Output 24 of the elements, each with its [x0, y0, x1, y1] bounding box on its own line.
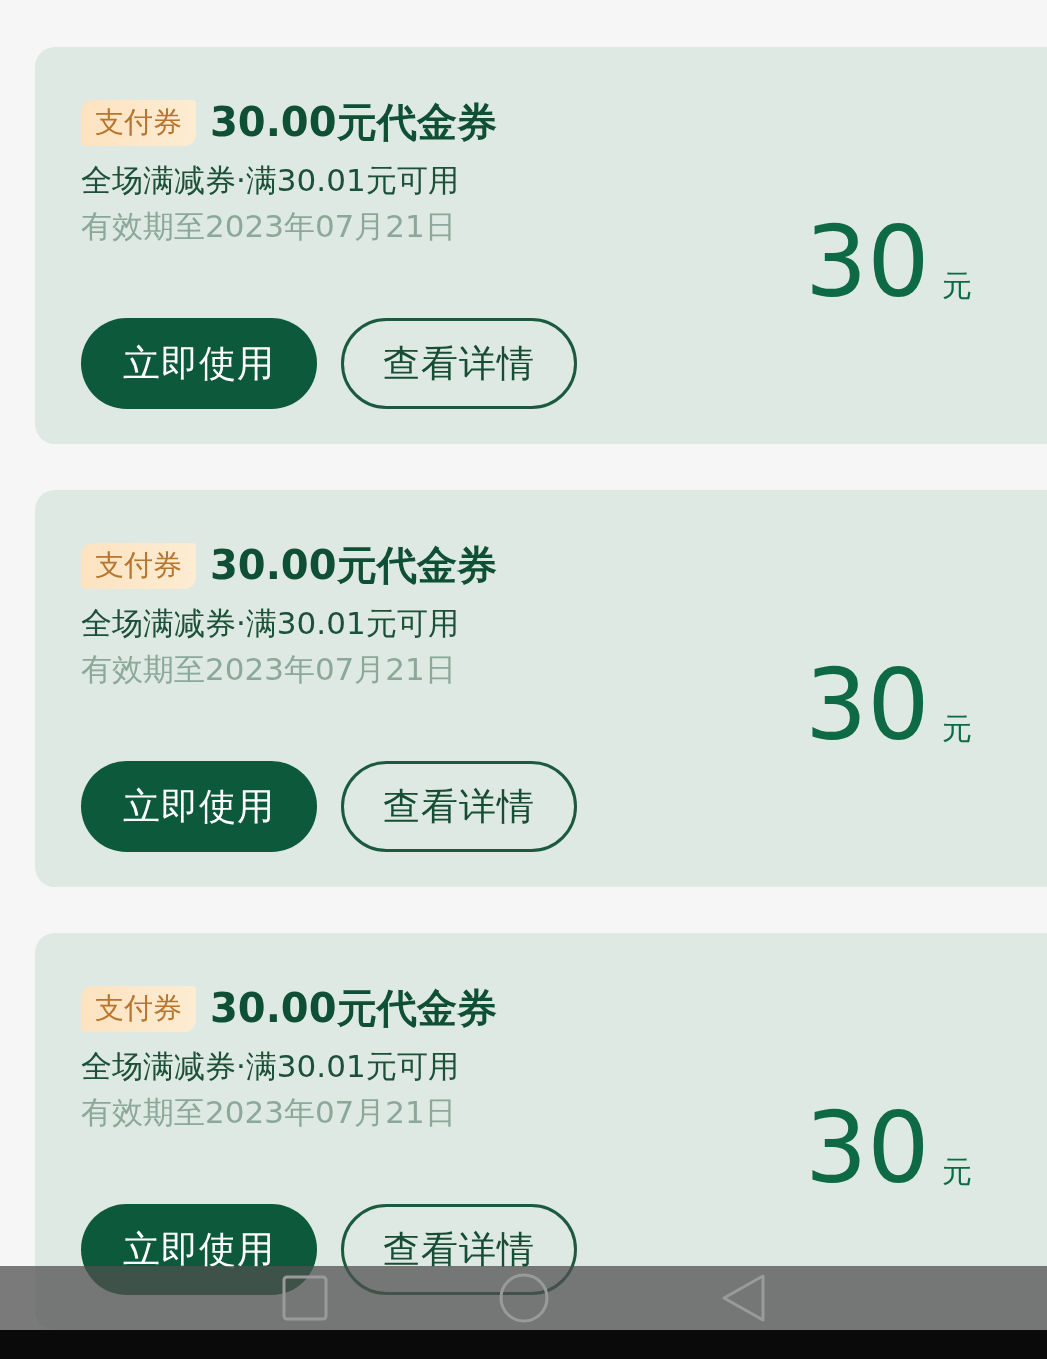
home-circle-icon[interactable]: [497, 1272, 550, 1324]
coupon-amount: 30: [805, 1099, 930, 1197]
expiry-date: 有效期至2023年07月21日: [81, 650, 457, 689]
coupon-amount: 30: [805, 656, 930, 754]
amount-unit: 元: [941, 710, 972, 748]
expiry-date: 有效期至2023年07月21日: [81, 1093, 457, 1132]
coupon-tag: 支付券: [81, 985, 196, 1032]
coupon-title: 30.00元代金券: [210, 98, 497, 147]
coupon-tag: 支付券: [81, 542, 196, 589]
use-now-button[interactable]: 立即使用: [81, 318, 317, 409]
amount-unit: 元: [941, 267, 972, 305]
coupon-condition: 全场满减券·满30.01元可用: [81, 1047, 460, 1086]
expiry-date: 有效期至2023年07月21日: [81, 207, 457, 246]
coupon-tag: 支付券: [81, 99, 196, 146]
coupon-condition: 全场满减券·满30.01元可用: [81, 161, 460, 200]
coupon-condition: 全场满减券·满30.01元可用: [81, 604, 460, 643]
coupon-title: 30.00元代金券: [210, 984, 497, 1033]
amount-unit: 元: [941, 1153, 972, 1191]
details-button[interactable]: 查看详情: [341, 318, 577, 409]
coupon-title: 30.00元代金券: [210, 541, 497, 590]
use-now-button[interactable]: 立即使用: [81, 761, 317, 852]
coupon-amount: 30: [805, 213, 930, 311]
details-button[interactable]: 查看详情: [341, 761, 577, 852]
square-icon[interactable]: [281, 1275, 328, 1321]
